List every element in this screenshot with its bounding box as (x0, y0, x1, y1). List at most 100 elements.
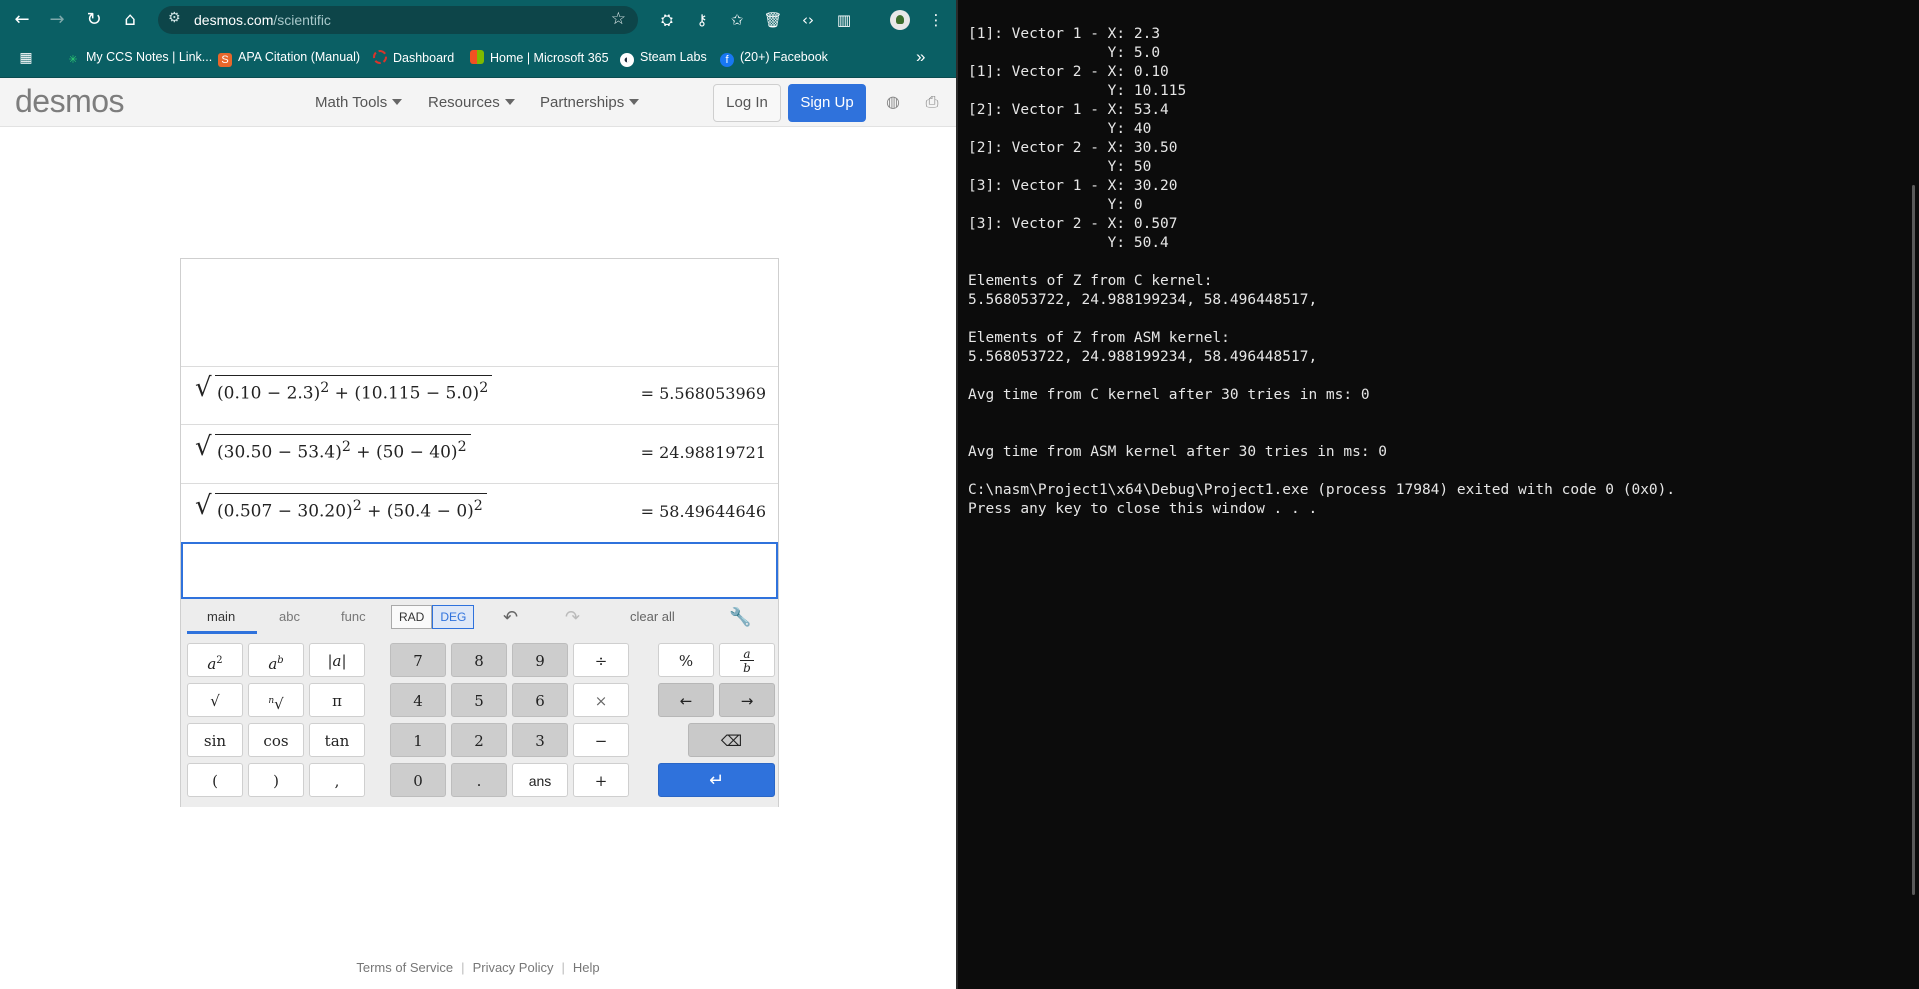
profile-avatar[interactable] (890, 10, 910, 30)
deg-button[interactable]: DEG (432, 605, 475, 629)
console-window[interactable]: [1]: Vector 1 - X: 2.3 Y: 5.0 [1]: Vecto… (960, 0, 1919, 989)
favorites-icon[interactable]: ✩ (726, 9, 748, 31)
key-sin[interactable]: sin (187, 723, 243, 757)
bookmark-favicon-icon (373, 50, 387, 64)
menu-kebab-icon[interactable]: ⋮ (925, 9, 947, 31)
bookmark-dashboard[interactable]: Dashboard (373, 50, 454, 65)
key-sqrt[interactable]: √ (187, 683, 243, 717)
key-right-arrow[interactable]: → (719, 683, 775, 717)
bookmark-apa-citation[interactable]: S APA Citation (Manual) (218, 50, 360, 67)
bookmarks-overflow-icon[interactable]: » (916, 47, 925, 67)
redo-icon[interactable]: ↷ (565, 607, 580, 628)
bookmarks-bar: ▦ ✳ My CCS Notes | Link... S APA Citation … (0, 40, 956, 78)
trash-icon[interactable]: 🗑 (762, 9, 784, 31)
globe-icon[interactable]: ◍ (883, 92, 903, 112)
key-icon[interactable]: ⚷ (691, 9, 713, 31)
tab-main[interactable]: main (207, 609, 235, 624)
undo-icon[interactable]: ↶ (503, 607, 518, 628)
forward-arrow-icon[interactable]: → (45, 8, 69, 32)
key-open-paren[interactable]: ( (187, 763, 243, 797)
browser-toolbar: ← → ↻ ⌂ ⚙ desmos.com/scientific ☆ ⛭ ⚷ ✩ … (0, 0, 956, 40)
console-line: [2]: Vector 1 - X: 53.4 (968, 102, 1169, 118)
key-power[interactable]: ab (248, 643, 304, 677)
key-nth-root[interactable]: n√ (248, 683, 304, 717)
key-left-arrow[interactable]: ← (658, 683, 714, 717)
console-line: [2]: Vector 2 - X: 30.50 (968, 140, 1178, 156)
key-cos[interactable]: cos (248, 723, 304, 757)
desmos-header: desmos Math Tools Resources Partnerships… (0, 78, 956, 127)
console-line: Elements of Z from ASM kernel: (968, 330, 1230, 346)
nav-resources[interactable]: Resources (428, 94, 515, 111)
key-close-paren[interactable]: ) (248, 763, 304, 797)
bookmark-ccs-notes[interactable]: ✳ My CCS Notes | Link... (66, 50, 212, 67)
clear-all-button[interactable]: clear all (630, 609, 675, 624)
scientific-calculator: √ (0.10 − 2.3)2 + (10.115 − 5.0)2 = 5.568… (180, 258, 779, 807)
key-abs[interactable]: |a| (309, 643, 365, 677)
key-ans[interactable]: ans (512, 763, 568, 797)
enter-icon[interactable]: ↵ (658, 763, 775, 797)
code-icon[interactable]: ‹› (797, 9, 819, 31)
console-line: Y: 0 (968, 197, 1143, 213)
key-fraction[interactable]: ab (719, 643, 775, 677)
key-4[interactable]: 4 (390, 683, 446, 717)
bookmark-facebook[interactable]: f (20+) Facebook (720, 50, 828, 67)
console-line: Avg time from C kernel after 30 tries in… (968, 387, 1370, 403)
nav-math-tools[interactable]: Math Tools (315, 94, 402, 111)
bookmark-microsoft-365[interactable]: Home | Microsoft 365 (470, 50, 609, 65)
key-0[interactable]: 0 (390, 763, 446, 797)
reload-icon[interactable]: ↻ (82, 8, 106, 32)
address-bar[interactable]: ⚙ desmos.com/scientific ☆ (158, 6, 638, 34)
signup-button[interactable]: Sign Up (788, 84, 866, 122)
tab-func[interactable]: func (341, 609, 366, 624)
bookmark-star-icon[interactable]: ☆ (611, 9, 626, 29)
nav-partnerships[interactable]: Partnerships (540, 94, 639, 111)
key-8[interactable]: 8 (451, 643, 507, 677)
console-line: Y: 10.115 (968, 83, 1187, 99)
bookmark-steam-labs[interactable]: ◐ Steam Labs (620, 50, 707, 67)
terms-link[interactable]: Terms of Service (356, 960, 453, 975)
expression-row[interactable]: √ (0.10 − 2.3)2 + (10.115 − 5.0)2 = 5.568… (181, 366, 778, 425)
expression-input[interactable] (181, 542, 778, 599)
key-1[interactable]: 1 (390, 723, 446, 757)
key-decimal[interactable]: . (451, 763, 507, 797)
privacy-link[interactable]: Privacy Policy (473, 960, 554, 975)
extension-incognito-icon[interactable]: ⛭ (656, 9, 678, 31)
key-9[interactable]: 9 (512, 643, 568, 677)
key-minus[interactable]: − (573, 723, 629, 757)
browser-window: ← → ↻ ⌂ ⚙ desmos.com/scientific ☆ ⛭ ⚷ ✩ … (0, 0, 958, 989)
key-divide[interactable]: ÷ (573, 643, 629, 677)
console-scrollbar[interactable] (1912, 185, 1915, 895)
key-2[interactable]: 2 (451, 723, 507, 757)
calculator-keypad: main abc func RAD DEG ↶ ↷ clear all 🔧 a2 … (181, 599, 778, 807)
key-3[interactable]: 3 (512, 723, 568, 757)
desmos-logo[interactable]: desmos (15, 83, 125, 120)
expression-row[interactable]: √ (0.507 − 30.20)2 + (50.4 − 0)2 = 58.496… (181, 484, 778, 543)
tab-abc[interactable]: abc (279, 609, 300, 624)
help-link[interactable]: Help (573, 960, 600, 975)
key-7[interactable]: 7 (390, 643, 446, 677)
key-5[interactable]: 5 (451, 683, 507, 717)
rad-button[interactable]: RAD (391, 605, 433, 629)
key-comma[interactable]: , (309, 763, 365, 797)
console-line: [1]: Vector 2 - X: 0.10 (968, 64, 1169, 80)
active-tab-indicator (187, 631, 257, 634)
key-square[interactable]: a2 (187, 643, 243, 677)
bookmark-favicon-icon: ◐ (620, 53, 634, 67)
expression-result: = 58.49644646 (640, 502, 766, 521)
side-panel-icon[interactable]: ▥ (833, 9, 855, 31)
back-arrow-icon[interactable]: ← (10, 8, 34, 32)
key-pi[interactable]: π (309, 683, 365, 717)
key-multiply[interactable]: × (573, 683, 629, 717)
home-icon[interactable]: ⌂ (118, 8, 142, 32)
key-plus[interactable]: + (573, 763, 629, 797)
wrench-icon[interactable]: 🔧 (729, 607, 751, 628)
backspace-icon[interactable]: ⌫ (688, 723, 775, 757)
key-6[interactable]: 6 (512, 683, 568, 717)
apps-grid-icon[interactable]: ▦ (14, 46, 38, 70)
print-icon[interactable]: ⎙ (922, 92, 942, 112)
key-percent[interactable]: % (658, 643, 714, 677)
expression-row[interactable]: √ (30.50 − 53.4)2 + (50 − 40)2 = 24.98819… (181, 425, 778, 484)
site-info-icon[interactable]: ⚙ (168, 10, 181, 26)
key-tan[interactable]: tan (309, 723, 365, 757)
login-button[interactable]: Log In (713, 84, 781, 122)
